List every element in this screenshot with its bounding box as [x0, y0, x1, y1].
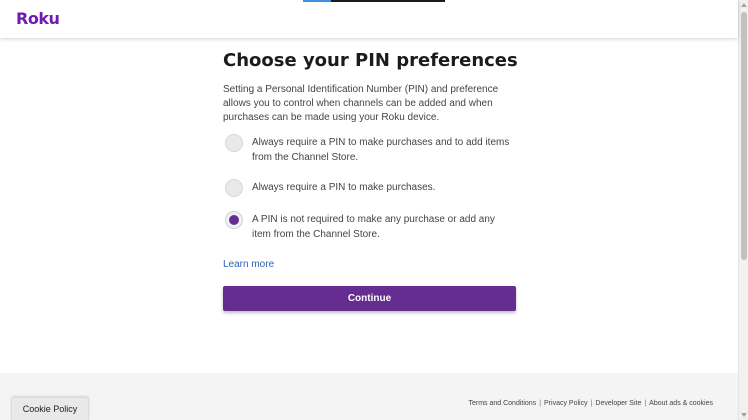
- continue-button[interactable]: Continue: [223, 286, 516, 311]
- developer-site-link[interactable]: Developer Site: [595, 400, 641, 407]
- pin-option-label: Always require a PIN to make purchases a…: [252, 137, 510, 163]
- pin-option-label: Always require a PIN to make purchases.: [252, 182, 436, 193]
- learn-more-link[interactable]: Learn more: [223, 259, 518, 270]
- page-title: Choose your PIN preferences: [223, 50, 518, 71]
- pin-options-group: Always require a PIN to make purchases a…: [223, 134, 518, 242]
- page-progress-bar: [303, 0, 445, 2]
- page-description: Setting a Personal Identification Number…: [223, 84, 499, 123]
- pin-option-always-purchases-and-add[interactable]: Always require a PIN to make purchases a…: [223, 134, 518, 165]
- scroll-down-arrow-icon[interactable]: [741, 413, 747, 417]
- pin-preferences-form: Choose your PIN preferences Setting a Pe…: [223, 50, 518, 311]
- privacy-policy-link[interactable]: Privacy Policy: [544, 400, 588, 407]
- footer-separator: |: [644, 400, 647, 407]
- site-footer: Terms and Conditions | Privacy Policy | Deve…: [0, 373, 738, 420]
- footer-links: Terms and Conditions | Privacy Policy | Deve…: [468, 400, 713, 407]
- footer-separator: |: [539, 400, 542, 407]
- cookie-policy-button[interactable]: Cookie Policy: [11, 397, 89, 420]
- radio-button[interactable]: [225, 179, 243, 197]
- roku-logo[interactable]: Roku: [16, 9, 60, 28]
- pin-option-not-required[interactable]: A PIN is not required to make any purcha…: [223, 211, 518, 242]
- page-progress-fill: [303, 0, 332, 2]
- radio-button[interactable]: [225, 211, 243, 229]
- scroll-up-arrow-icon[interactable]: [741, 3, 747, 7]
- footer-separator: |: [590, 400, 593, 407]
- pin-option-label: A PIN is not required to make any purcha…: [252, 214, 495, 240]
- vertical-scrollbar[interactable]: [738, 0, 748, 420]
- pin-option-always-purchases[interactable]: Always require a PIN to make purchases.: [223, 179, 518, 197]
- site-header: Roku: [0, 0, 738, 38]
- terms-link[interactable]: Terms and Conditions: [468, 400, 536, 407]
- about-ads-cookies-link[interactable]: About ads & cookies: [649, 400, 713, 407]
- radio-button[interactable]: [225, 134, 243, 152]
- scroll-thumb[interactable]: [741, 12, 747, 260]
